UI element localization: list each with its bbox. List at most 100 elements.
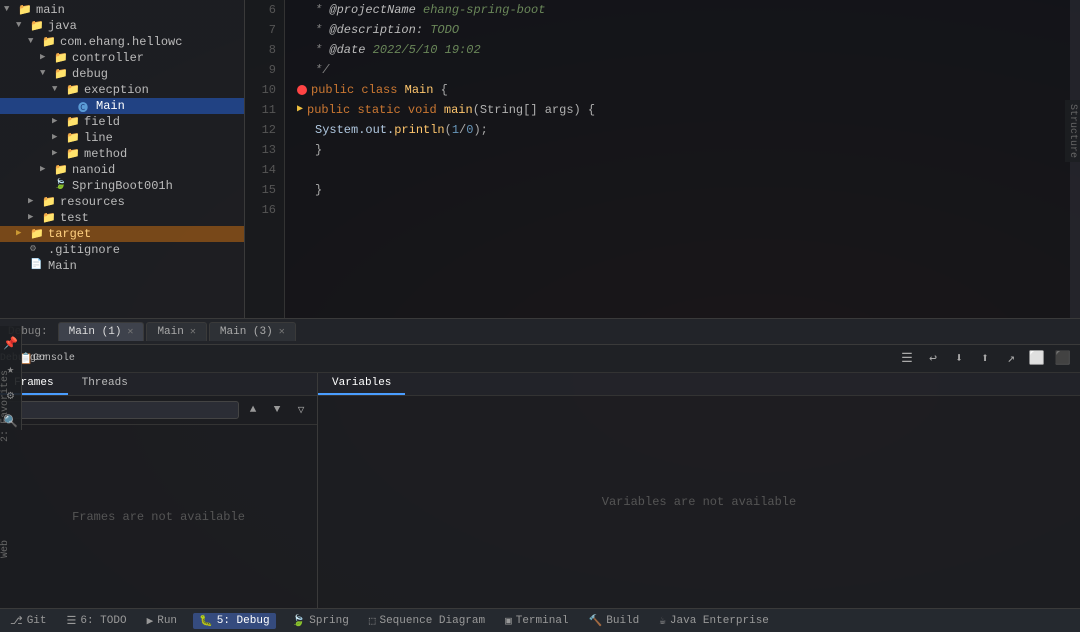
frames-toolbar: ▲ ▼ ▽ (0, 396, 317, 425)
arrow-icon: ▶ (28, 212, 40, 224)
sidebar-item-resources[interactable]: ▶ 📁 resources (0, 194, 244, 210)
status-bar: ⎇ Git ☰ 6: TODO ▶ Run 🐛 5: Debug 🍃 Sprin… (0, 608, 1080, 632)
sidebar-item-field[interactable]: ▶ 📁 field (0, 114, 244, 130)
status-git[interactable]: ⎇ Git (6, 612, 51, 630)
sidebar-item-package[interactable]: ▼ 📁 com.ehang.hellowc (0, 34, 244, 50)
frames-threads-tabs: Frames Threads (0, 373, 317, 396)
frames-up-btn[interactable]: ▲ (243, 400, 263, 420)
line-numbers: 6 7 8 9 10 11 12 13 14 15 16 (245, 0, 285, 318)
debug-sections: Frames Threads ▲ ▼ ▽ Frames are not avai… (0, 373, 1080, 608)
folder-icon: 📁 (42, 195, 56, 209)
sidebar-item-debug[interactable]: ▼ 📁 debug (0, 66, 244, 82)
tree-label: controller (72, 51, 144, 65)
variables-header: Variables (318, 373, 1080, 396)
code-line-16 (297, 200, 1070, 220)
sidebar-item-main[interactable]: ▼ 📁 main (0, 2, 244, 18)
folder-icon: 📁 (66, 147, 80, 161)
sidebar-item-java[interactable]: ▼ 📁 java (0, 18, 244, 34)
status-debug-label: 5: Debug (217, 615, 270, 627)
toolbar-btn-mute[interactable]: ⬛ (1052, 348, 1074, 370)
spring-file-icon: 🍃 (54, 179, 68, 193)
frames-filter-btn[interactable]: ▽ (291, 400, 311, 420)
class-file-icon: 🅒 (78, 99, 92, 113)
code-text: public static void main(String[] args) { (307, 100, 595, 120)
tab-close-icon[interactable]: ✕ (127, 326, 133, 338)
code-line-8: * @date 2022/5/10 19:02 (297, 40, 1070, 60)
sidebar-item-springboot[interactable]: ▶ 🍃 SpringBoot001h (0, 178, 244, 194)
toolbar-btn-restore[interactable]: ↩ (922, 348, 944, 370)
debug-tab-main1[interactable]: Main (1) ✕ (58, 322, 145, 341)
status-build[interactable]: 🔨 Build (585, 612, 644, 630)
folder-icon: 📁 (54, 51, 68, 65)
tree-label: Main (96, 99, 125, 113)
code-editor[interactable]: * @projectName ehang-spring-boot * @desc… (285, 0, 1070, 318)
favorites-star-btn[interactable]: ★ (2, 360, 20, 378)
arrow-icon: ▶ (40, 52, 52, 64)
tab-close-icon[interactable]: ✕ (279, 326, 285, 338)
code-line-10: public class Main { (297, 80, 1070, 100)
debug-tab-main3[interactable]: Main (3) ✕ (209, 322, 296, 341)
debug-tabs-bar: Debug: Main (1) ✕ Main ✕ Main (3) ✕ (0, 319, 1080, 345)
tree-label: field (84, 115, 120, 129)
folder-icon: 📁 (18, 3, 32, 17)
search-pin-btn[interactable]: 🔍 (2, 412, 20, 430)
folder-icon: 📁 (66, 83, 80, 97)
frames-down-btn[interactable]: ▼ (267, 400, 287, 420)
sidebar-item-controller[interactable]: ▶ 📁 controller (0, 50, 244, 66)
sidebar-item-test[interactable]: ▶ 📁 test (0, 210, 244, 226)
toolbar-btn-down[interactable]: ⬇ (948, 348, 970, 370)
status-java-ent[interactable]: ☕ Java Enterprise (655, 612, 773, 630)
folder-icon: 📁 (42, 35, 56, 49)
code-text: * @date 2022/5/10 19:02 (315, 40, 481, 60)
arrow-icon: ▶ (52, 116, 64, 128)
status-sequence-label: Sequence Diagram (379, 615, 485, 627)
sidebar-item-Main[interactable]: ▶ 🅒 Main (0, 98, 244, 114)
structure-panel-label[interactable]: Structure (1065, 100, 1080, 162)
code-text: public class Main { (311, 80, 448, 100)
sidebar-item-method[interactable]: ▶ 📁 method (0, 146, 244, 162)
java-ent-icon: ☕ (659, 614, 666, 628)
frames-filter-input[interactable] (6, 401, 239, 419)
code-line-13: } (297, 140, 1070, 160)
ln-12: 12 (249, 120, 276, 140)
tab-threads[interactable]: Threads (68, 373, 142, 395)
arrow-icon: ▶ (28, 196, 40, 208)
status-todo[interactable]: ☰ 6: TODO (63, 612, 131, 630)
sidebar-item-nanoid[interactable]: ▶ 📁 nanoid (0, 162, 244, 178)
variables-empty-label: Variables are not available (602, 495, 796, 509)
sidebar-item-line[interactable]: ▶ 📁 line (0, 130, 244, 146)
favorites-pin-btn[interactable]: 📌 (2, 334, 20, 352)
status-run[interactable]: ▶ Run (143, 612, 181, 630)
status-debug[interactable]: 🐛 5: Debug (193, 613, 276, 629)
tree-label: target (48, 227, 91, 241)
sidebar-item-target[interactable]: ▶ 📁 target (0, 226, 244, 242)
code-line-14 (297, 160, 1070, 180)
sidebar-item-gitignore[interactable]: ▶ ⚙ .gitignore (0, 242, 244, 258)
sidebar-item-exception[interactable]: ▼ 📁 execption (0, 82, 244, 98)
status-terminal[interactable]: ▣ Terminal (501, 612, 572, 630)
tree-label: method (84, 147, 127, 161)
toolbar-btn-up[interactable]: ⬆ (974, 348, 996, 370)
file-icon: ⚙ (30, 243, 44, 257)
status-terminal-label: Terminal (516, 615, 569, 627)
code-text: * @projectName ehang-spring-boot (315, 0, 545, 20)
toolbar-btn-step[interactable]: ↗ (1000, 348, 1022, 370)
status-spring[interactable]: 🍃 Spring (288, 612, 353, 630)
debug-tab-main2[interactable]: Main ✕ (146, 322, 206, 341)
status-git-label: Git (27, 615, 47, 627)
variables-section: Variables Variables are not available (318, 373, 1080, 608)
code-text: * @description: TODO (315, 20, 459, 40)
tab-close-icon[interactable]: ✕ (190, 326, 196, 338)
sidebar-item-pom[interactable]: ▶ 📄 Main (0, 258, 244, 274)
tab-variables[interactable]: Variables (318, 373, 405, 395)
code-line-9: */ (297, 60, 1070, 80)
settings-btn[interactable]: ⚙ (2, 386, 20, 404)
arrow-icon: ▼ (28, 36, 40, 48)
code-line-15: } (297, 180, 1070, 200)
toolbar-btn-menu[interactable]: ☰ (896, 348, 918, 370)
status-sequence[interactable]: ⬚ Sequence Diagram (365, 612, 489, 630)
build-icon: 🔨 (589, 614, 603, 628)
console-tab-btn[interactable]: 📋 Console (36, 348, 58, 370)
folder-icon: 📁 (30, 19, 44, 33)
toolbar-btn-stop[interactable]: ⬜ (1026, 348, 1048, 370)
